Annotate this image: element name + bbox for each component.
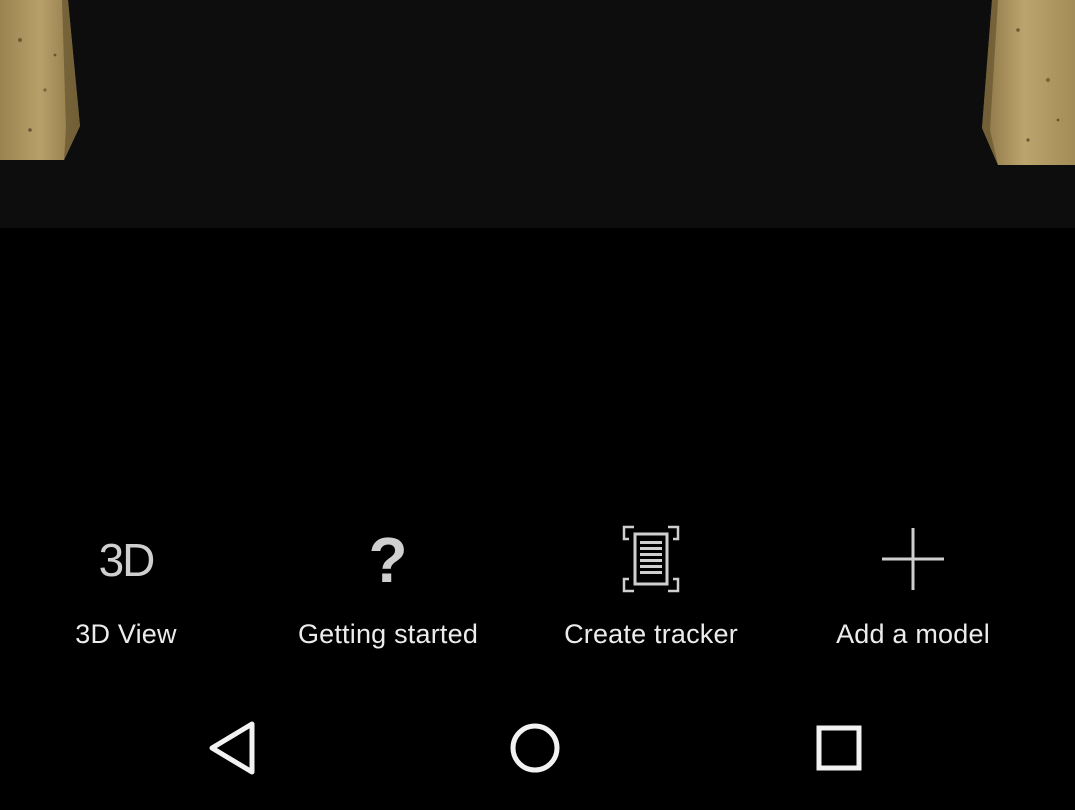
- create-tracker-button[interactable]: Create tracker: [531, 510, 771, 670]
- 3d-view-icon: 3D: [99, 534, 157, 586]
- right-pillar: [982, 0, 1075, 165]
- getting-started-button[interactable]: ? Getting started: [268, 510, 508, 670]
- navigation-bar: [0, 690, 1075, 810]
- scene-floor-edge: [0, 218, 1075, 228]
- getting-started-label: Getting started: [297, 619, 479, 649]
- add-model-button[interactable]: Add a model: [793, 510, 1033, 670]
- tracker-icon: [622, 525, 680, 593]
- action-bar: 3D 3D View ? Getting started Create trac…: [0, 510, 1075, 670]
- plus-icon: [882, 528, 944, 590]
- recents-icon[interactable]: [799, 712, 879, 784]
- scene-floor: [0, 0, 1075, 228]
- left-pillar: [0, 0, 80, 160]
- create-tracker-label: Create tracker: [564, 619, 738, 649]
- svg-text:?: ?: [368, 524, 407, 594]
- add-model-label: Add a model: [836, 619, 990, 649]
- back-icon[interactable]: [194, 712, 274, 784]
- home-icon[interactable]: [495, 712, 575, 784]
- 3d-view-label: 3D View: [75, 619, 177, 649]
- 3d-view-button[interactable]: 3D 3D View: [6, 510, 246, 670]
- svg-text:3D: 3D: [99, 534, 155, 586]
- 3d-scene-view[interactable]: [0, 0, 1075, 500]
- question-icon: ?: [368, 524, 407, 594]
